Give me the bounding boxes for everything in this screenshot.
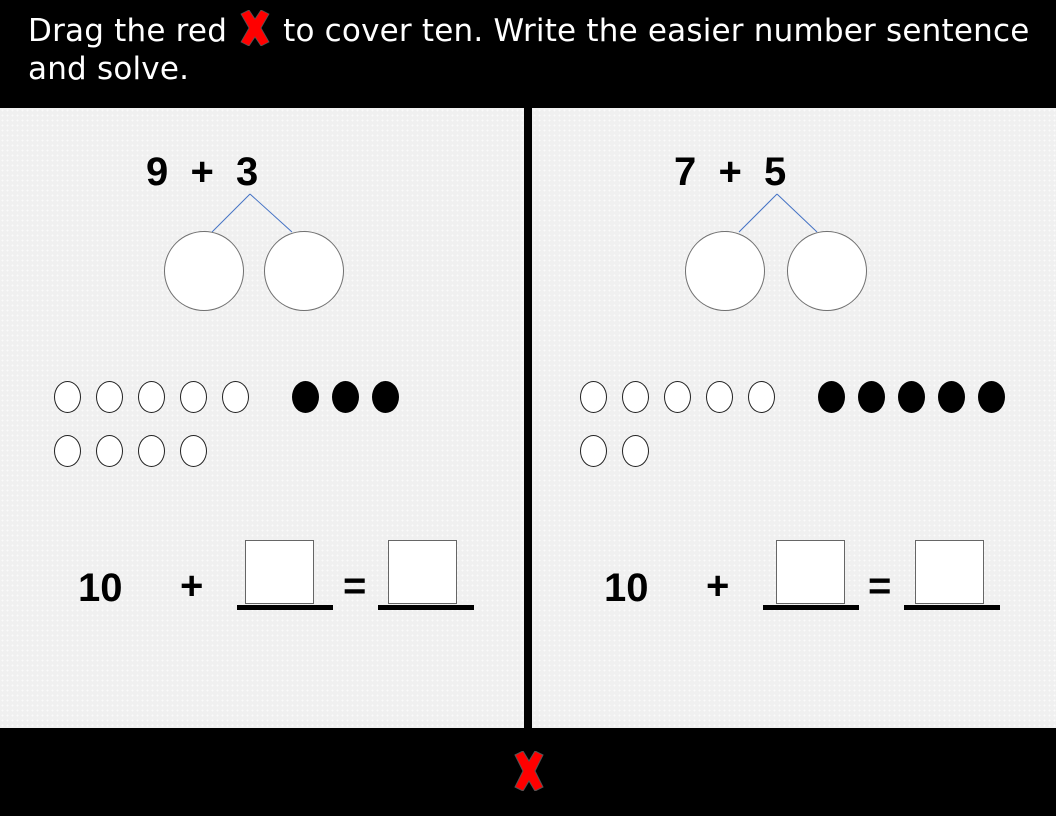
filled-counter — [818, 381, 845, 413]
equals-sign: = — [343, 564, 367, 608]
empty-counter — [180, 435, 207, 467]
empty-counter — [138, 435, 165, 467]
filled-counter — [292, 381, 319, 413]
empty-counter — [138, 381, 165, 413]
filled-counter — [372, 381, 399, 413]
sum-answer-box[interactable] — [915, 540, 984, 604]
addend-answer-line — [763, 605, 859, 610]
ten-label: 10 — [78, 566, 123, 610]
number-bond-part-1[interactable] — [685, 231, 765, 311]
filled-counter — [858, 381, 885, 413]
sum-answer-line — [378, 605, 474, 610]
empty-counter — [580, 381, 607, 413]
addend-answer-box[interactable] — [776, 540, 845, 604]
red-x-icon — [235, 9, 275, 47]
empty-counter — [622, 381, 649, 413]
red-x-icon[interactable] — [509, 751, 549, 791]
addend-answer-line — [237, 605, 333, 610]
problem-panel-2: 7 + 5 10 + = — [532, 108, 1056, 728]
empty-counter — [580, 435, 607, 467]
sum-answer-box[interactable] — [388, 540, 457, 604]
filled-counter — [332, 381, 359, 413]
filled-counter — [898, 381, 925, 413]
number-bond-part-2[interactable] — [787, 231, 867, 311]
filled-counter — [938, 381, 965, 413]
empty-counter — [54, 381, 81, 413]
equation: 7 + 5 — [674, 150, 787, 194]
addend-answer-box[interactable] — [245, 540, 314, 604]
number-bond-part-2[interactable] — [264, 231, 344, 311]
empty-counter — [222, 381, 249, 413]
plus-sign: + — [706, 564, 730, 608]
instruction-header: Drag the red to cover ten. Write the easi… — [0, 0, 1056, 108]
equals-sign: = — [868, 564, 892, 608]
empty-counter — [54, 435, 81, 467]
equation: 9 + 3 — [146, 150, 259, 194]
empty-counter — [96, 435, 123, 467]
plus-sign: + — [180, 564, 204, 608]
ten-label: 10 — [604, 566, 649, 610]
footer-tray — [0, 728, 1056, 816]
instruction-part1: Drag the red — [28, 13, 228, 49]
empty-counter — [706, 381, 733, 413]
panel-divider — [524, 108, 532, 728]
empty-counter — [748, 381, 775, 413]
problem-panel-1: 9 + 3 10 + = — [0, 108, 524, 728]
sum-answer-line — [904, 605, 1000, 610]
number-bond-part-1[interactable] — [164, 231, 244, 311]
empty-counter — [180, 381, 207, 413]
filled-counter — [978, 381, 1005, 413]
instruction-text: Drag the red to cover ten. Write the easi… — [28, 9, 1038, 88]
empty-counter — [622, 435, 649, 467]
empty-counter — [96, 381, 123, 413]
empty-counter — [664, 381, 691, 413]
